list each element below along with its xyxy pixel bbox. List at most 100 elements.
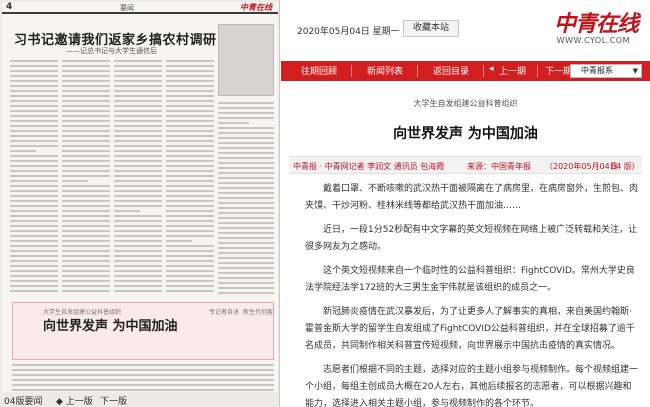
page-text-line xyxy=(166,185,214,187)
page-text-line xyxy=(62,220,110,222)
page-text-line xyxy=(218,172,274,174)
page-text-line xyxy=(62,175,110,177)
page-text-line xyxy=(218,232,274,234)
page-text-line xyxy=(218,147,274,149)
page-text-line xyxy=(10,165,58,167)
page-text-line xyxy=(166,165,214,167)
page-text-line xyxy=(62,215,110,217)
page-text-line xyxy=(10,230,58,232)
page-text-line xyxy=(166,160,214,162)
page-text-line xyxy=(218,102,274,104)
nav-prev-arrow-icon[interactable]: ◂ xyxy=(489,64,494,74)
article-body: 戴着口罩、不断咳嗽的武汉热干面被隔离在了病房里，在病房窗外，生煎包、肉夹馍、干炒… xyxy=(305,181,640,407)
page-text-line xyxy=(10,180,58,182)
page-text-line xyxy=(62,120,110,122)
page-text-line xyxy=(10,255,58,257)
page-text-line xyxy=(114,115,162,117)
page-text-line xyxy=(12,364,274,366)
page-text-line xyxy=(166,270,214,272)
page-text-line xyxy=(114,215,162,217)
page-text-line xyxy=(166,280,214,282)
page-text-line xyxy=(114,130,162,132)
page-text-line xyxy=(114,95,162,97)
next-page-link[interactable]: 下一版 xyxy=(100,394,127,407)
page-text-line xyxy=(62,150,110,152)
page-text-line xyxy=(62,165,110,167)
page-text-line xyxy=(218,122,249,124)
page-text-line xyxy=(62,160,110,162)
page-text-line xyxy=(166,85,214,87)
page-text-line xyxy=(10,280,58,282)
page-text-line xyxy=(114,195,162,197)
page-text-line xyxy=(218,197,274,199)
page-text-line xyxy=(114,290,162,292)
paper-series-select[interactable]: 中青报系 ▼ xyxy=(570,64,642,78)
page-text-line xyxy=(62,230,110,232)
page-text-line xyxy=(62,140,110,142)
nav-divider xyxy=(483,65,484,77)
page-text-line xyxy=(62,155,110,157)
page-subheadline: ——记总书记与大学生通信后 xyxy=(66,47,157,55)
page-text-line xyxy=(218,227,274,229)
page-text-line xyxy=(10,115,58,117)
highlight-title[interactable]: 向世界发声 为中国加油 xyxy=(43,315,178,334)
page-text-line xyxy=(166,145,214,147)
date-text: 2020年05月04日 星期一 xyxy=(297,27,400,37)
page-text-line xyxy=(62,225,110,227)
page-text-line xyxy=(218,107,274,109)
page-text-line xyxy=(166,275,214,277)
page-pager: 04版要闻 ◆ 上一版 下一版 xyxy=(0,393,279,407)
page-text-line xyxy=(218,277,274,279)
article-paragraph: 新冠肺炎疫情在武汉暴发后，为了让更多人了解事实的真相，来自美国约翰斯·霍普金斯大… xyxy=(305,307,635,351)
page-text-line xyxy=(10,100,58,102)
article-paragraph: 戴着口罩、不断咳嗽的武汉热干面被隔离在了病房里，在病房窗外，生煎包、肉夹馍、干炒… xyxy=(305,184,639,211)
article-title: 向世界发声 为中国加油 xyxy=(393,126,538,142)
site-logo[interactable]: 中青在线 xyxy=(554,6,639,38)
page-text-line xyxy=(10,135,58,137)
highlighted-article-area[interactable]: 大学生自发组建公益科普组织 向世界发声 为中国加油 专记者自述 新生代创客 xyxy=(12,302,274,360)
page-text-line xyxy=(114,90,162,92)
page-text-line xyxy=(114,255,162,257)
page-text-line xyxy=(166,175,214,177)
page-text-line xyxy=(62,285,110,287)
page-text-line xyxy=(166,205,214,207)
page-text-line xyxy=(62,135,110,137)
page-text-line xyxy=(218,257,274,259)
page-text-line xyxy=(10,145,58,147)
page-text-line xyxy=(62,125,110,127)
page-text-line xyxy=(114,245,162,247)
newspaper-page-panel: 4 要闻 中青在线 习书记邀请我们返家乡搞农村调研 ——记总书记与大学生通信后 … xyxy=(0,0,280,407)
page-text-line xyxy=(114,150,162,152)
page-text-line xyxy=(62,145,110,147)
page-text-line xyxy=(10,210,58,212)
favorite-site-button[interactable]: 收藏本站 xyxy=(403,20,459,37)
page-text-line xyxy=(114,240,162,242)
nav-prev-issue[interactable]: 上一期 xyxy=(499,64,526,77)
page-text-line xyxy=(114,225,162,227)
nav-archive[interactable]: 往期回顾 xyxy=(301,64,337,77)
page-text-line xyxy=(114,100,162,102)
page-text-line xyxy=(114,220,162,222)
newspaper-page-image[interactable]: 4 要闻 中青在线 习书记邀请我们返家乡搞农村调研 ——记总书记与大学生通信后 … xyxy=(2,2,278,392)
nav-news-list[interactable]: 新闻列表 xyxy=(367,64,403,77)
page-text-line xyxy=(114,125,162,127)
page-text-line xyxy=(62,280,110,282)
page-text-line xyxy=(166,235,214,237)
prev-page-link[interactable]: ◆ 上一版 xyxy=(56,394,93,407)
page-text-line xyxy=(10,250,58,252)
page-text-line xyxy=(114,70,162,72)
page-text-line xyxy=(166,260,214,262)
nav-divider xyxy=(537,65,538,77)
nav-back-to-contents[interactable]: 返回目录 xyxy=(433,64,469,77)
page-text-line xyxy=(62,100,110,102)
page-text-line xyxy=(218,282,274,284)
page-text-line xyxy=(114,205,162,207)
page-text-line xyxy=(114,165,162,167)
page-text-line xyxy=(10,105,58,107)
page-text-line xyxy=(10,290,58,292)
page-text-line xyxy=(10,140,58,142)
page-text-line xyxy=(10,200,58,202)
page-text-line xyxy=(166,75,214,77)
page-text-line xyxy=(166,225,214,227)
nav-next-issue[interactable]: 下一期 xyxy=(545,64,572,77)
